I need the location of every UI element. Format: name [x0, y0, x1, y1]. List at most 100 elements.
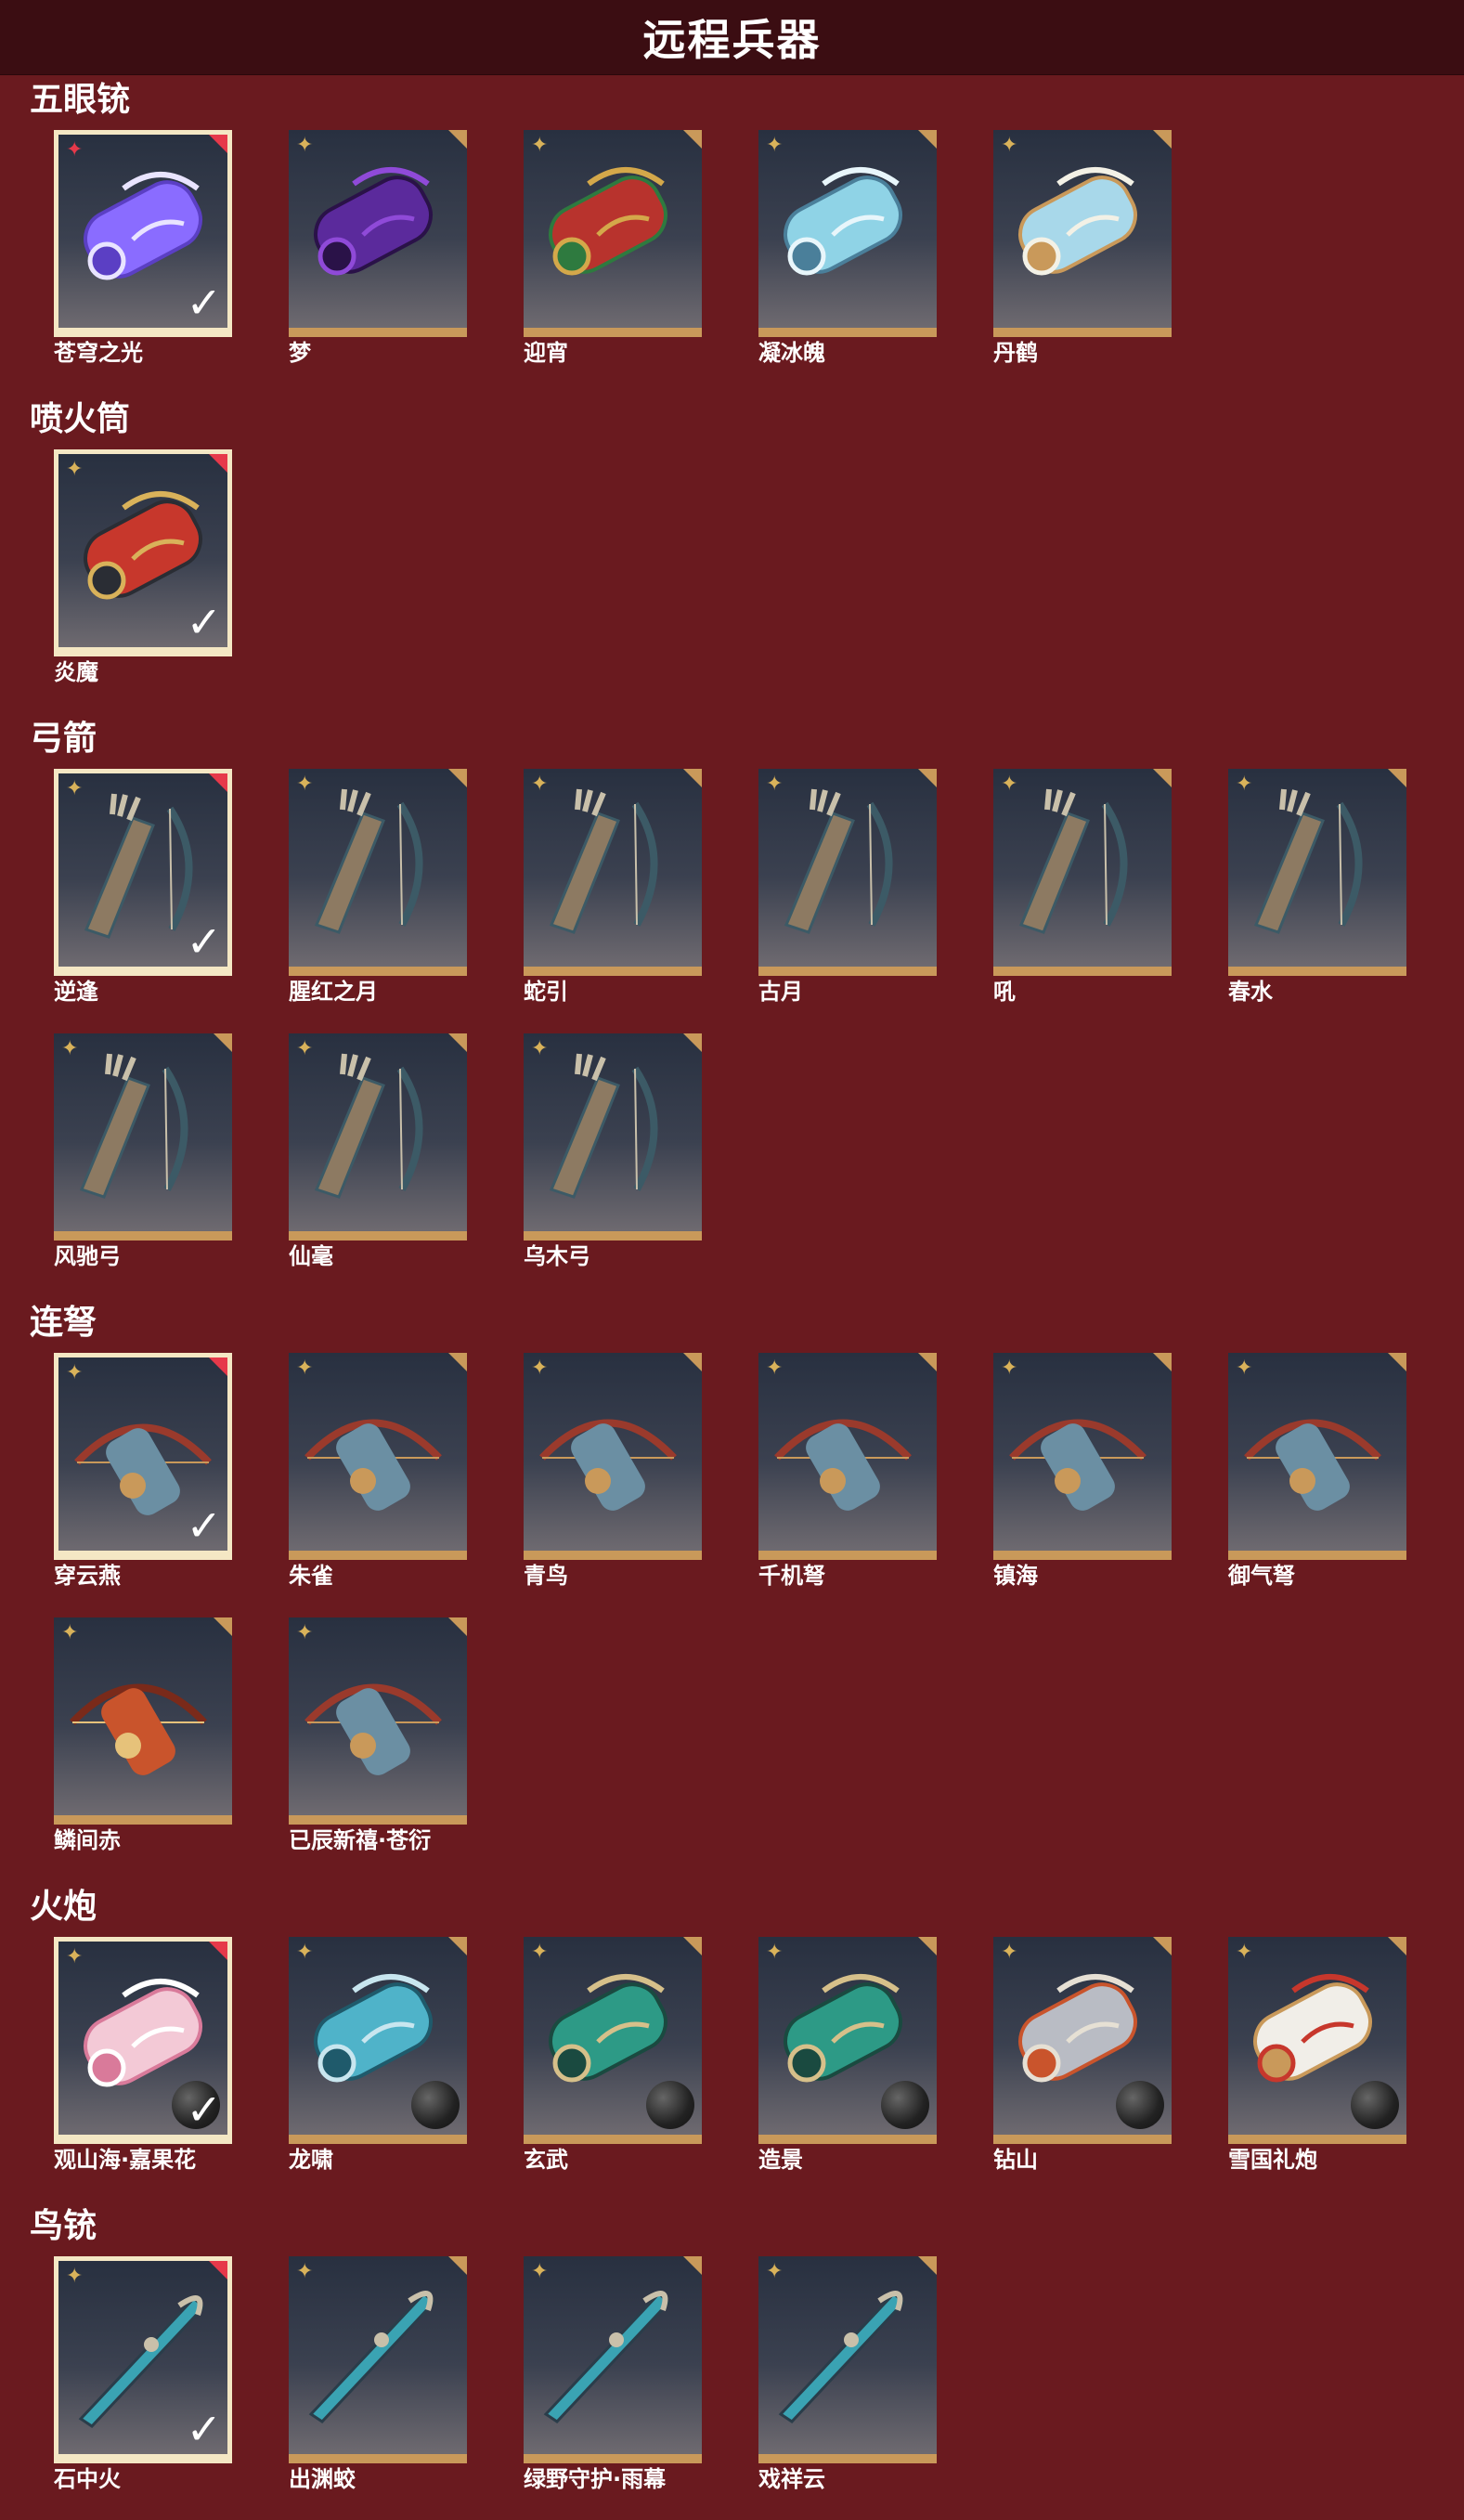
weapon-card[interactable]: ✦ ✓: [54, 130, 232, 337]
weapon-art-icon: [298, 1634, 448, 1787]
card-corner-tag: [683, 1937, 702, 1955]
weapon-card[interactable]: ✦: [993, 130, 1172, 337]
weapon-card[interactable]: ✦ ✓: [54, 1353, 232, 1560]
section-label: 连弩: [30, 1304, 97, 1342]
card-corner-tag: [1153, 769, 1172, 787]
card-corner-tag: [209, 1357, 227, 1376]
weapon-card[interactable]: ✦: [758, 2256, 937, 2463]
cannonball-icon: [646, 2081, 694, 2129]
cannonball-icon: [1116, 2081, 1164, 2129]
weapon-name: 御气弩: [1228, 1563, 1295, 1589]
weapon-art-icon: [63, 1634, 214, 1787]
weapon-card[interactable]: ✦ ✓: [54, 2256, 232, 2463]
weapon-name: 绿野守护·雨幕: [524, 2466, 667, 2492]
checkmark-icon: ✓: [186, 597, 222, 647]
section-label: 弓箭: [30, 720, 97, 758]
weapon-art-icon: [298, 1370, 448, 1523]
weapon-card[interactable]: ✦: [289, 1937, 467, 2144]
weapon-name: 苍穹之光: [54, 340, 143, 366]
weapon-card[interactable]: ✦: [524, 769, 702, 976]
card-corner-tag: [448, 769, 467, 787]
card-corner-tag: [448, 1033, 467, 1052]
weapon-card[interactable]: ✦: [524, 1937, 702, 2144]
weapon-name: 蛇引: [524, 979, 568, 1005]
weapon-art-icon: [533, 1050, 683, 1203]
card-corner-tag: [918, 2256, 937, 2275]
weapon-card[interactable]: ✦: [289, 769, 467, 976]
card-corner-tag: [209, 1942, 227, 1960]
weapon-name: 逆逢: [54, 979, 98, 1005]
checkmark-icon: ✓: [186, 1500, 222, 1551]
card-corner-tag: [209, 135, 227, 153]
weapon-card[interactable]: ✦: [758, 769, 937, 976]
weapon-card[interactable]: ✦: [993, 769, 1172, 976]
weapon-name: 春水: [1228, 979, 1273, 1005]
weapon-card[interactable]: ✦: [524, 2256, 702, 2463]
checkmark-icon: ✓: [186, 2404, 222, 2454]
weapon-art-icon: [63, 1050, 214, 1203]
weapon-card[interactable]: ✦: [54, 1617, 232, 1825]
weapon-art-icon: [1003, 1370, 1153, 1523]
weapon-card[interactable]: ✦: [758, 1353, 937, 1560]
weapon-name: 风驰弓: [54, 1243, 121, 1269]
weapon-name: 古月: [758, 979, 803, 1005]
weapon-card[interactable]: ✦: [993, 1353, 1172, 1560]
card-corner-tag: [214, 1033, 232, 1052]
weapon-art-icon: [533, 147, 683, 300]
card-corner-tag: [683, 130, 702, 149]
weapon-card[interactable]: ✦ ✓: [54, 1937, 232, 2144]
card-corner-tag: [448, 1937, 467, 1955]
weapon-name: 观山海·嘉果花: [54, 2147, 197, 2173]
weapon-card[interactable]: ✦: [524, 130, 702, 337]
weapon-name: 鳞间赤: [54, 1827, 121, 1853]
weapon-card[interactable]: ✦: [289, 1353, 467, 1560]
weapon-name: 青鸟: [524, 1563, 568, 1589]
card-corner-tag: [918, 1937, 937, 1955]
section-label: 喷火筒: [30, 400, 131, 438]
weapon-art-icon: [1003, 147, 1153, 300]
weapon-card[interactable]: ✦: [289, 2256, 467, 2463]
weapon-art-icon: [533, 786, 683, 939]
weapon-name: 朱雀: [289, 1563, 333, 1589]
weapon-card[interactable]: ✦: [524, 1033, 702, 1241]
weapon-name: 炎魔: [54, 659, 98, 685]
weapon-card[interactable]: ✦ ✓: [54, 769, 232, 976]
weapon-card[interactable]: ✦: [1228, 1937, 1406, 2144]
card-corner-tag: [683, 2256, 702, 2275]
weapon-name: 石中火: [54, 2466, 121, 2492]
cannonball-icon: [1351, 2081, 1399, 2129]
weapon-card[interactable]: ✦: [289, 1617, 467, 1825]
weapon-card[interactable]: ✦: [289, 1033, 467, 1241]
card-corner-tag: [1153, 130, 1172, 149]
card-corner-tag: [1153, 1353, 1172, 1371]
weapon-art-icon: [768, 2273, 918, 2426]
weapon-art-icon: [298, 147, 448, 300]
card-corner-tag: [209, 2261, 227, 2280]
checkmark-icon: ✓: [186, 278, 222, 328]
weapon-card[interactable]: ✦: [993, 1937, 1172, 2144]
weapon-card[interactable]: ✦ ✓: [54, 449, 232, 656]
weapon-name: 千机弩: [758, 1563, 825, 1589]
weapon-card[interactable]: ✦: [289, 130, 467, 337]
weapon-card[interactable]: ✦: [1228, 1353, 1406, 1560]
weapon-art-icon: [768, 786, 918, 939]
card-corner-tag: [918, 1353, 937, 1371]
weapon-art-icon: [298, 786, 448, 939]
weapon-name: 戏祥云: [758, 2466, 825, 2492]
weapon-card[interactable]: ✦: [524, 1353, 702, 1560]
weapon-card[interactable]: ✦: [1228, 769, 1406, 976]
card-corner-tag: [448, 1617, 467, 1636]
weapon-art-icon: [1237, 786, 1388, 939]
weapon-name: 迎宵: [524, 340, 568, 366]
weapon-card[interactable]: ✦: [758, 130, 937, 337]
weapon-art-icon: [533, 1370, 683, 1523]
weapon-art-icon: [1003, 786, 1153, 939]
weapon-name: 仙毫: [289, 1243, 333, 1269]
cannonball-icon: [411, 2081, 460, 2129]
weapon-card[interactable]: ✦: [758, 1937, 937, 2144]
card-corner-tag: [1388, 769, 1406, 787]
weapon-name: 雪国礼炮: [1228, 2147, 1317, 2173]
weapon-card[interactable]: ✦: [54, 1033, 232, 1241]
card-corner-tag: [683, 1033, 702, 1052]
weapon-art-icon: [298, 1050, 448, 1203]
